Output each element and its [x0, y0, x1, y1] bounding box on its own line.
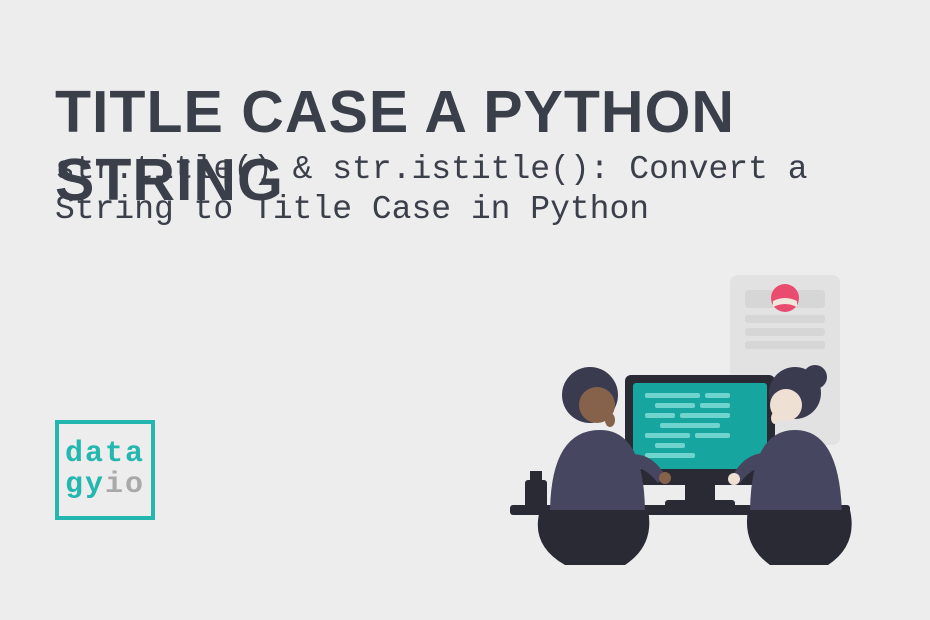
logo-line-2b: io: [105, 470, 145, 502]
datagy-logo: data gyio: [55, 420, 155, 520]
logo-line-2a: gy: [65, 470, 105, 502]
illustration-coding-people: [470, 265, 890, 575]
logo-line-2: gyio: [65, 470, 145, 502]
page-subtitle: str.title() & str.istitle(): Convert a S…: [55, 150, 930, 229]
logo-line-1: data: [65, 439, 145, 471]
